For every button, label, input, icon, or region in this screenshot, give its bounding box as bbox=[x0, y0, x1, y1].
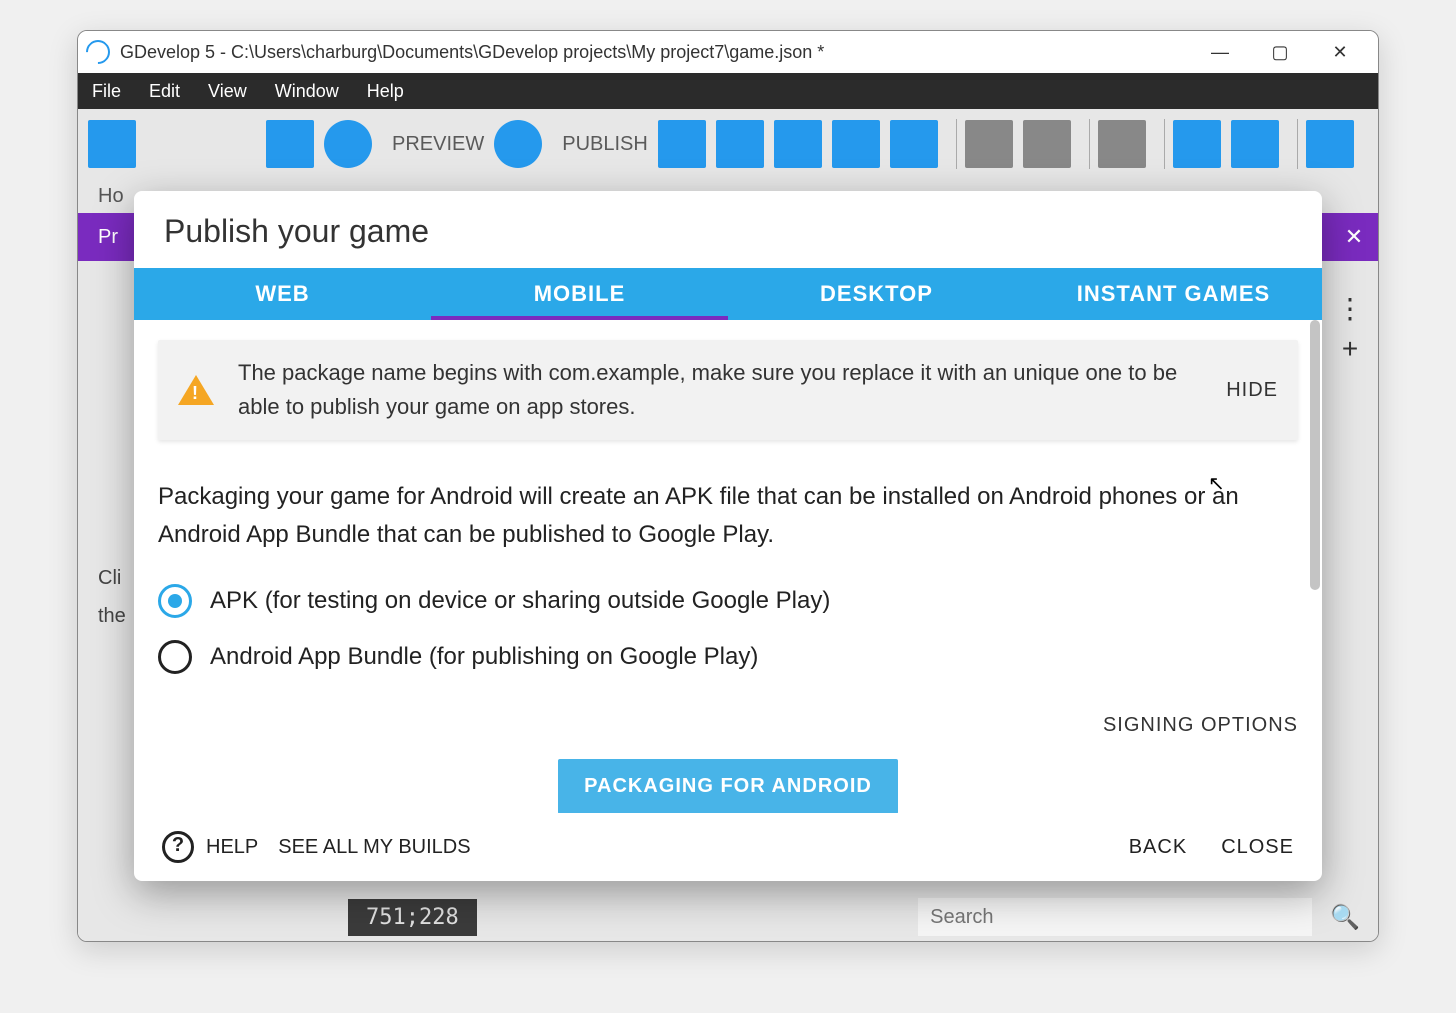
cubes-icon[interactable] bbox=[716, 120, 764, 168]
menu-help[interactable]: Help bbox=[353, 73, 418, 109]
radio-icon[interactable] bbox=[158, 640, 192, 674]
warning-icon bbox=[178, 375, 214, 405]
publish-dialog: Publish your game WEB MOBILE DESKTOP INS… bbox=[134, 191, 1322, 881]
zoom-reset-icon[interactable] bbox=[1231, 120, 1279, 168]
tab-instant-games[interactable]: INSTANT GAMES bbox=[1025, 268, 1322, 320]
search-icon[interactable]: 🔍 bbox=[1312, 903, 1378, 932]
debug-icon[interactable] bbox=[266, 120, 314, 168]
window-title: GDevelop 5 - C:\Users\charburg\Documents… bbox=[120, 42, 1190, 63]
coordinates: 751;228 bbox=[348, 899, 477, 936]
publish-tabs: WEB MOBILE DESKTOP INSTANT GAMES bbox=[134, 268, 1322, 320]
menu-bar: File Edit View Window Help bbox=[78, 73, 1378, 109]
option-apk[interactable]: APK (for testing on device or sharing ou… bbox=[158, 584, 1298, 618]
status-bar: 751;228 🔍 bbox=[78, 893, 1378, 941]
maximize-button[interactable]: ▢ bbox=[1250, 42, 1310, 63]
back-button[interactable]: BACK bbox=[1129, 836, 1187, 859]
preview-label[interactable]: PREVIEW bbox=[392, 133, 484, 156]
publish-icon[interactable] bbox=[494, 120, 542, 168]
option-label: APK (for testing on device or sharing ou… bbox=[210, 587, 830, 615]
minimize-button[interactable]: — bbox=[1190, 42, 1250, 63]
close-button[interactable]: CLOSE bbox=[1221, 836, 1294, 859]
add-icon[interactable]: + bbox=[1330, 329, 1370, 369]
publish-label[interactable]: PUBLISH bbox=[562, 133, 648, 156]
dialog-title: Publish your game bbox=[134, 191, 1322, 268]
wrench-icon[interactable] bbox=[1306, 120, 1354, 168]
package-android-button[interactable]: PACKAGING FOR ANDROID bbox=[558, 759, 898, 813]
menu-window[interactable]: Window bbox=[261, 73, 353, 109]
packaging-description: Packaging your game for Android will cre… bbox=[158, 478, 1298, 554]
toolbar: PREVIEW PUBLISH bbox=[78, 109, 1378, 179]
search-input[interactable] bbox=[918, 898, 1312, 936]
toolbar-separator bbox=[1089, 119, 1090, 169]
grid-icon[interactable] bbox=[1173, 120, 1221, 168]
tab-desktop[interactable]: DESKTOP bbox=[728, 268, 1025, 320]
close-tab-icon[interactable]: ✕ bbox=[1330, 213, 1378, 261]
close-window-button[interactable]: ✕ bbox=[1310, 42, 1370, 63]
hidden-text: Cli the bbox=[98, 559, 126, 635]
pencil-icon[interactable] bbox=[774, 120, 822, 168]
signing-options-button[interactable]: SIGNING OPTIONS bbox=[158, 714, 1298, 737]
title-bar: GDevelop 5 - C:\Users\charburg\Documents… bbox=[78, 31, 1378, 73]
dialog-body: The package name begins with com.example… bbox=[134, 320, 1322, 813]
option-aab[interactable]: Android App Bundle (for publishing on Go… bbox=[158, 640, 1298, 674]
see-builds-button[interactable]: SEE ALL MY BUILDS bbox=[278, 836, 470, 859]
app-icon bbox=[81, 35, 115, 69]
help-icon[interactable]: ? bbox=[162, 831, 194, 863]
hide-button[interactable]: HIDE bbox=[1226, 379, 1278, 402]
help-button[interactable]: HELP bbox=[206, 836, 258, 859]
menu-edit[interactable]: Edit bbox=[135, 73, 194, 109]
list-icon[interactable] bbox=[832, 120, 880, 168]
side-buttons: ⋮ + bbox=[1330, 289, 1370, 369]
redo-icon[interactable] bbox=[1023, 120, 1071, 168]
more-icon[interactable]: ⋮ bbox=[1330, 289, 1370, 329]
scrollbar[interactable] bbox=[1310, 320, 1320, 590]
toolbar-separator bbox=[1297, 119, 1298, 169]
copy-icon[interactable] bbox=[890, 120, 938, 168]
tab-web[interactable]: WEB bbox=[134, 268, 431, 320]
warning-message: The package name begins with com.example… bbox=[238, 356, 1206, 424]
app-window: GDevelop 5 - C:\Users\charburg\Documents… bbox=[77, 30, 1379, 942]
menu-view[interactable]: View bbox=[194, 73, 261, 109]
film-icon[interactable] bbox=[1098, 120, 1146, 168]
menu-file[interactable]: File bbox=[78, 73, 135, 109]
cube-icon[interactable] bbox=[658, 120, 706, 168]
undo-icon[interactable] bbox=[965, 120, 1013, 168]
scene-tab-partial: Pr bbox=[98, 213, 118, 261]
radio-icon[interactable] bbox=[158, 584, 192, 618]
project-icon[interactable] bbox=[88, 120, 136, 168]
toolbar-separator bbox=[956, 119, 957, 169]
dialog-footer: ? HELP SEE ALL MY BUILDS BACK CLOSE bbox=[134, 813, 1322, 881]
tab-mobile[interactable]: MOBILE bbox=[431, 268, 728, 320]
warning-banner: The package name begins with com.example… bbox=[158, 340, 1298, 440]
toolbar-separator bbox=[1164, 119, 1165, 169]
option-label: Android App Bundle (for publishing on Go… bbox=[210, 643, 758, 671]
play-icon[interactable] bbox=[324, 120, 372, 168]
